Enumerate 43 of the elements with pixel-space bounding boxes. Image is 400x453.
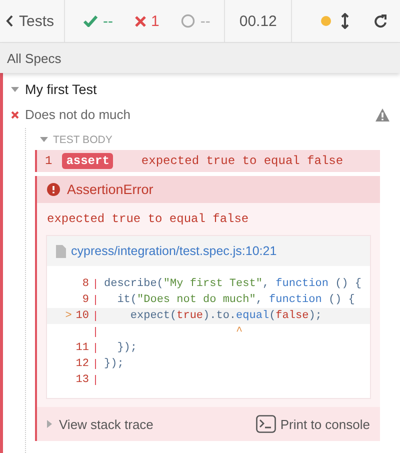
suite-title[interactable]: My first Test [25,82,97,97]
back-button[interactable]: Tests [0,0,66,42]
disclosure-triangle-icon[interactable] [40,137,48,143]
code-line: describe("My first Test", function () { [104,277,362,292]
code-line: it("Does not do much", function () { [116,293,355,308]
status-dot [321,16,331,26]
count-text: -- [103,12,114,30]
line-number: 12 [76,357,89,372]
cross-icon [135,16,146,26]
duration-text: 00.12 [239,12,277,30]
line-number: 10 [76,309,89,324]
pointer-mark: > [65,309,72,324]
breadcrumb-text: All Specs [7,51,62,66]
check-icon [83,15,98,27]
expand-triangle-icon [47,420,52,428]
command-name: assert [62,153,114,169]
disclosure-triangle-icon[interactable] [11,86,19,92]
warning-icon [375,108,390,122]
error-message: expected true to equal false [46,211,250,228]
code-line: }); [116,341,138,356]
file-icon [56,244,66,258]
caret-mark: ^ [235,325,243,340]
count-text: -- [200,12,210,30]
error-icon [47,183,60,196]
reload-icon [373,14,388,28]
stack-trace-toggle[interactable]: View stack trace [47,416,154,432]
line-number: 11 [76,341,89,356]
print-to-console-button[interactable]: Print to console [256,415,370,433]
vertical-arrows-icon[interactable] [341,13,349,29]
error-name: AssertionError [67,182,154,197]
line-number: 9 [82,293,89,308]
command-message: expected true to equal false [141,154,344,168]
line-number: 13 [76,373,89,388]
chevron-left-icon [6,15,14,27]
circle-icon [181,14,196,28]
count-text: 1 [151,12,160,30]
code-line: expect(true).to.equal(false); [129,309,322,324]
line-number: 8 [82,277,89,292]
code-line: }); [104,357,124,372]
command-row[interactable]: 1 assert expected true to equal false [35,150,380,172]
test-title[interactable]: Does not do much [25,107,131,122]
command-number: 1 [45,154,52,168]
terminal-icon [256,415,276,433]
